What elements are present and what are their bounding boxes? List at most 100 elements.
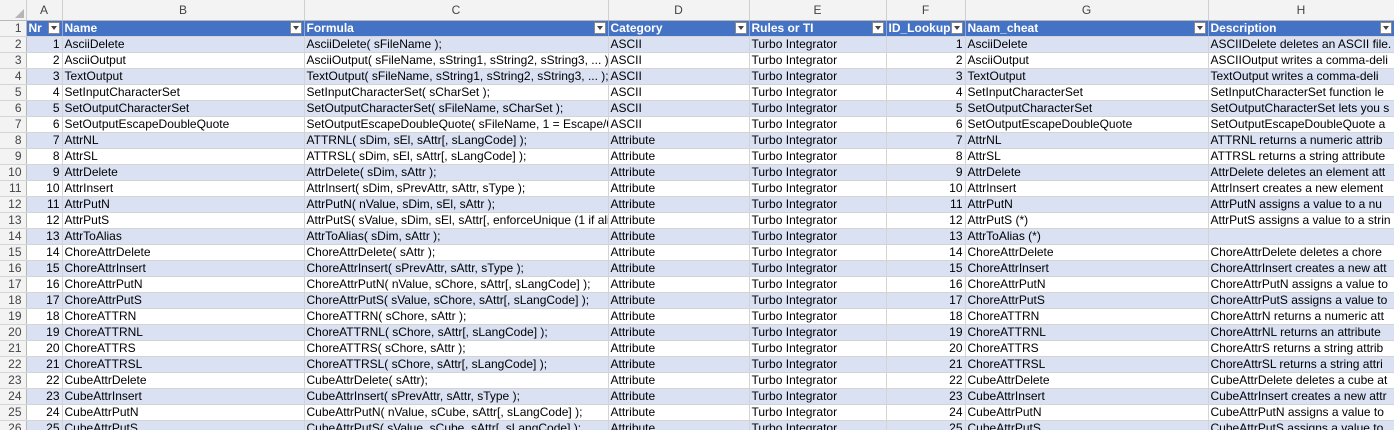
table-cell[interactable]: 14	[886, 244, 966, 261]
table-cell[interactable]: ATTRSL( sDim, sEl, sAttr[, sLangCode] );	[304, 148, 609, 165]
table-cell[interactable]: Attribute	[608, 132, 750, 149]
table-cell[interactable]: 24	[26, 404, 63, 421]
table-cell[interactable]: ChoreAttrPutN assigns a value to	[1208, 276, 1394, 293]
table-cell[interactable]: 7	[26, 132, 63, 149]
table-cell[interactable]: 2	[886, 52, 966, 69]
table-cell[interactable]: CubeAttrDelete( sAttr);	[304, 372, 609, 389]
row-header[interactable]: 15	[0, 244, 27, 261]
column-header-g[interactable]: G	[965, 0, 1209, 21]
table-cell[interactable]: AttrInsert( sDim, sPrevAttr, sAttr, sTyp…	[304, 180, 609, 197]
table-cell[interactable]: Turbo Integrator	[749, 148, 887, 165]
table-cell[interactable]: ChoreAttrDelete( sAttr );	[304, 244, 609, 261]
table-cell[interactable]: ChoreAttrPutS( sValue, sChore, sAttr[, s…	[304, 292, 609, 309]
table-cell[interactable]: 1	[26, 36, 63, 53]
row-header[interactable]: 13	[0, 212, 27, 229]
row-header[interactable]: 10	[0, 164, 27, 181]
table-cell[interactable]: ChoreATTRN	[62, 308, 305, 325]
table-cell[interactable]: ASCII	[608, 52, 750, 69]
column-header-h[interactable]: H	[1208, 0, 1394, 21]
table-cell[interactable]: Turbo Integrator	[749, 244, 887, 261]
table-cell[interactable]: AttrDelete	[965, 164, 1209, 181]
table-cell[interactable]: ATTRSL returns a string attribute	[1208, 148, 1394, 165]
table-cell[interactable]: 2	[26, 52, 63, 69]
table-cell[interactable]: SetOutputEscapeDoubleQuote	[62, 116, 305, 133]
table-cell[interactable]: 25	[886, 420, 966, 430]
row-header[interactable]: 24	[0, 388, 27, 405]
row-header[interactable]: 22	[0, 356, 27, 373]
table-cell[interactable]: ChoreAttrSL returns a string attri	[1208, 356, 1394, 373]
row-header[interactable]: 5	[0, 84, 27, 101]
table-cell[interactable]: AttrPutN assigns a value to a nu	[1208, 196, 1394, 213]
table-cell[interactable]: 24	[886, 404, 966, 421]
table-cell[interactable]: 5	[26, 100, 63, 117]
table-cell[interactable]: ChoreAttrPutS	[62, 292, 305, 309]
table-cell[interactable]: 6	[26, 116, 63, 133]
table-cell[interactable]: ChoreATTRN( sChore, sAttr );	[304, 308, 609, 325]
table-cell[interactable]: CubeAttrDelete	[62, 372, 305, 389]
table-cell[interactable]: SetOutputEscapeDoubleQuote a	[1208, 116, 1394, 133]
table-cell[interactable]: AttrPutN	[965, 196, 1209, 213]
table-cell[interactable]: AttrSL	[965, 148, 1209, 165]
table-cell[interactable]: ChoreAttrInsert creates a new att	[1208, 260, 1394, 277]
table-cell[interactable]: CubeAttrPutS assigns a value to	[1208, 420, 1394, 430]
header-cell-formula[interactable]: Formula	[304, 20, 609, 37]
table-cell[interactable]: AttrDelete( sDim, sAttr );	[304, 164, 609, 181]
table-cell[interactable]: Turbo Integrator	[749, 404, 887, 421]
table-cell[interactable]: Turbo Integrator	[749, 132, 887, 149]
row-header[interactable]: 2	[0, 36, 27, 53]
table-cell[interactable]: SetOutputEscapeDoubleQuote	[965, 116, 1209, 133]
table-cell[interactable]: ChoreATTRNL	[965, 324, 1209, 341]
table-cell[interactable]: TextOutput writes a comma-deli	[1208, 68, 1394, 85]
table-cell[interactable]: AsciiDelete( sFileName );	[304, 36, 609, 53]
table-cell[interactable]: ChoreATTRSL	[965, 356, 1209, 373]
table-cell[interactable]: ChoreATTRNL	[62, 324, 305, 341]
table-cell[interactable]: Turbo Integrator	[749, 420, 887, 430]
table-cell[interactable]: Attribute	[608, 372, 750, 389]
table-cell[interactable]: AttrPutS assigns a value to a strin	[1208, 212, 1394, 229]
row-header[interactable]: 21	[0, 340, 27, 357]
table-cell[interactable]: ChoreAttrInsert	[965, 260, 1209, 277]
row-header[interactable]: 20	[0, 324, 27, 341]
table-cell[interactable]: 20	[26, 340, 63, 357]
table-cell[interactable]: CubeAttrInsert creates a new attr	[1208, 388, 1394, 405]
table-cell[interactable]: Turbo Integrator	[749, 180, 887, 197]
table-cell[interactable]: Attribute	[608, 420, 750, 430]
column-header-d[interactable]: D	[608, 0, 750, 21]
filter-dropdown-icon[interactable]	[871, 22, 884, 34]
column-header-a[interactable]: A	[26, 0, 63, 21]
table-cell[interactable]: ChoreAttrPutS assigns a value to	[1208, 292, 1394, 309]
table-cell[interactable]: AttrNL	[965, 132, 1209, 149]
header-cell-name[interactable]: Name	[62, 20, 305, 37]
table-cell[interactable]: CubeAttrPutN	[62, 404, 305, 421]
table-cell[interactable]: 5	[886, 100, 966, 117]
table-cell[interactable]: 18	[886, 308, 966, 325]
table-cell[interactable]: 22	[886, 372, 966, 389]
table-cell[interactable]: CubeAttrInsert( sPrevAttr, sAttr, sType …	[304, 388, 609, 405]
table-cell[interactable]: AsciiDelete	[965, 36, 1209, 53]
table-cell[interactable]: AttrDelete deletes an element att	[1208, 164, 1394, 181]
table-cell[interactable]: 9	[26, 164, 63, 181]
table-cell[interactable]: 12	[26, 212, 63, 229]
table-cell[interactable]: ChoreATTRN	[965, 308, 1209, 325]
table-cell[interactable]: TextOutput	[965, 68, 1209, 85]
filter-dropdown-icon[interactable]	[1379, 22, 1392, 34]
row-header[interactable]: 12	[0, 196, 27, 213]
row-header[interactable]: 16	[0, 260, 27, 277]
table-cell[interactable]: ASCII	[608, 84, 750, 101]
table-cell[interactable]: SetOutputCharacterSet	[965, 100, 1209, 117]
table-cell[interactable]: Turbo Integrator	[749, 292, 887, 309]
table-cell[interactable]: ChoreAttrPutS	[965, 292, 1209, 309]
table-cell[interactable]: CubeAttrDelete deletes a cube at	[1208, 372, 1394, 389]
table-cell[interactable]: AsciiOutput	[62, 52, 305, 69]
header-cell-description[interactable]: Description	[1208, 20, 1394, 37]
table-cell[interactable]: Turbo Integrator	[749, 68, 887, 85]
row-header[interactable]: 9	[0, 148, 27, 165]
table-cell[interactable]: AttrSL	[62, 148, 305, 165]
table-cell[interactable]: AttrPutN	[62, 196, 305, 213]
table-cell[interactable]: CubeAttrInsert	[62, 388, 305, 405]
table-cell[interactable]: CubeAttrDelete	[965, 372, 1209, 389]
table-cell[interactable]: ChoreAttrPutN( nValue, sChore, sAttr[, s…	[304, 276, 609, 293]
header-cell-naam-cheat[interactable]: Naam_cheat	[965, 20, 1209, 37]
table-cell[interactable]: Turbo Integrator	[749, 372, 887, 389]
table-cell[interactable]: 1	[886, 36, 966, 53]
